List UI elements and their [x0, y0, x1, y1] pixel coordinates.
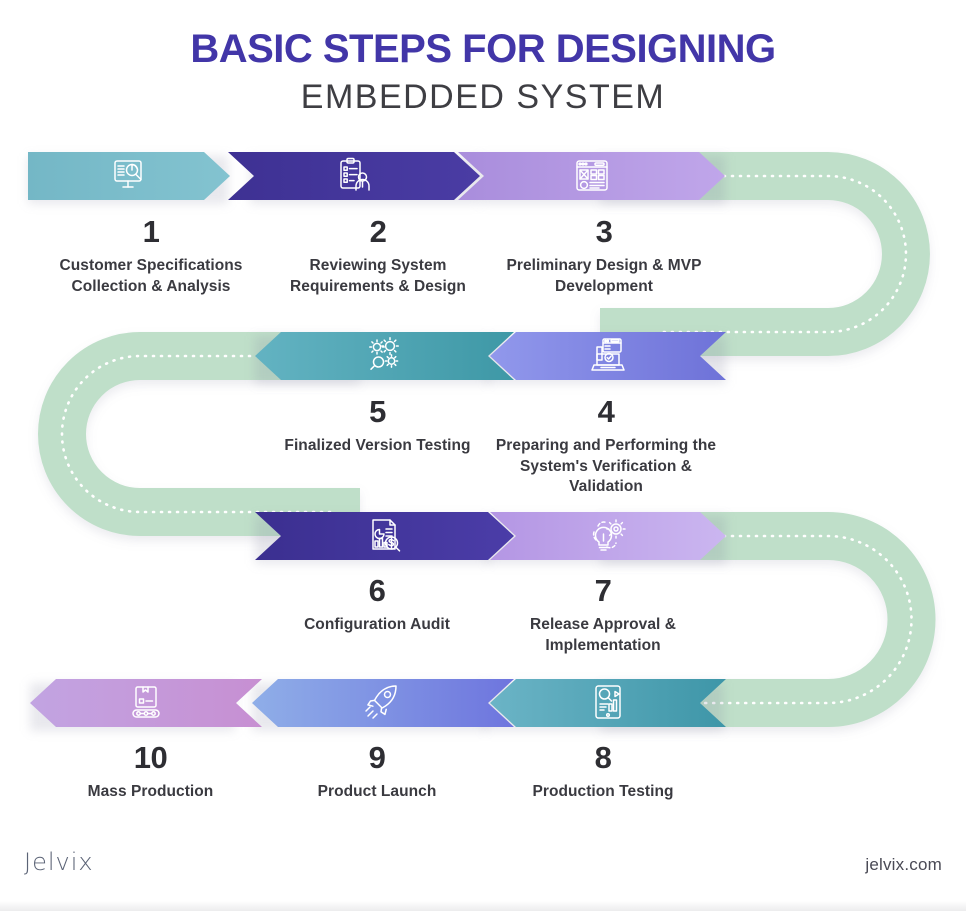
row-3 — [0, 512, 966, 564]
step-caption-6: 6 Configuration Audit — [272, 575, 482, 636]
step-chevron-4[interactable] — [490, 332, 726, 380]
step-number: 7 — [594, 573, 612, 608]
row-1 — [0, 152, 966, 204]
title-line-1: BASIC STEPS FOR DESIGNING — [190, 27, 776, 71]
step-caption-2: 2 Reviewing System Requirements & Design — [262, 216, 494, 297]
step-label: Preliminary Design & MVP Development — [506, 257, 702, 295]
step-chevron-1[interactable] — [28, 152, 230, 200]
box-conveyor-icon — [123, 683, 169, 723]
step-chevron-10[interactable] — [30, 679, 262, 727]
wireframe-layout-icon — [569, 156, 615, 196]
step-caption-5: 5 Finalized Version Testing — [265, 396, 490, 457]
step-number: 3 — [595, 214, 613, 249]
step-number: 9 — [368, 740, 386, 775]
step-number: 4 — [597, 394, 615, 429]
step-caption-4: 4 Preparing and Performing the System's … — [482, 396, 730, 498]
step-chevron-9[interactable] — [252, 679, 514, 727]
step-chevron-7[interactable] — [490, 512, 726, 560]
step-label: Finalized Version Testing — [284, 437, 471, 454]
rocket-icon — [360, 683, 406, 723]
step-caption-10: 10 Mass Production — [48, 742, 253, 803]
step-number: 6 — [368, 573, 386, 608]
step-chevron-6[interactable] — [255, 512, 514, 560]
step-label: Reviewing System Requirements & Design — [290, 257, 466, 295]
step-label: Mass Production — [87, 783, 214, 800]
step-chevron-2[interactable] — [228, 152, 480, 200]
step-label: Preparing and Performing the System's Ve… — [495, 437, 717, 496]
step-caption-7: 7 Release Approval & Implementation — [492, 575, 714, 656]
lightbulb-gear-icon — [585, 516, 631, 556]
step-caption-8: 8 Production Testing — [503, 742, 703, 803]
brand-logo: Jelvix — [24, 848, 94, 876]
step-chevron-5[interactable] — [255, 332, 514, 380]
laptop-check-icon — [585, 336, 631, 376]
step-chevron-3[interactable] — [458, 152, 725, 200]
step-number: 1 — [142, 214, 160, 249]
infographic-canvas: BASIC STEPS FOR DESIGNING EMBEDDED SYSTE… — [0, 0, 966, 911]
bottom-edge-fade — [0, 901, 966, 911]
row-2 — [0, 332, 966, 384]
step-number: 10 — [133, 740, 168, 775]
step-label: Customer Specifications Collection & Ana… — [59, 257, 243, 295]
tablet-analytics-icon — [585, 683, 631, 723]
website-url[interactable]: jelvix.com — [865, 855, 942, 875]
step-number: 8 — [594, 740, 612, 775]
step-caption-1: 1 Customer Specifications Collection & A… — [28, 216, 274, 297]
clipboard-person-icon — [331, 156, 377, 196]
step-caption-3: 3 Preliminary Design & MVP Development — [483, 216, 725, 297]
gears-search-icon — [362, 336, 408, 376]
step-number: 2 — [369, 214, 387, 249]
step-label: Production Testing — [532, 783, 674, 800]
step-number: 5 — [369, 394, 386, 429]
step-caption-9: 9 Product Launch — [277, 742, 477, 803]
step-label: Configuration Audit — [304, 616, 450, 633]
report-dollar-search-icon — [362, 516, 408, 556]
step-label: Release Approval & Implementation — [530, 616, 676, 654]
step-label: Product Launch — [317, 783, 437, 800]
row-4 — [0, 679, 966, 731]
step-chevron-8[interactable] — [490, 679, 726, 727]
monitor-chart-search-icon — [106, 156, 152, 196]
title-line-2: EMBEDDED SYSTEM — [300, 78, 666, 117]
page-title: BASIC STEPS FOR DESIGNING EMBEDDED SYSTE… — [0, 26, 966, 119]
